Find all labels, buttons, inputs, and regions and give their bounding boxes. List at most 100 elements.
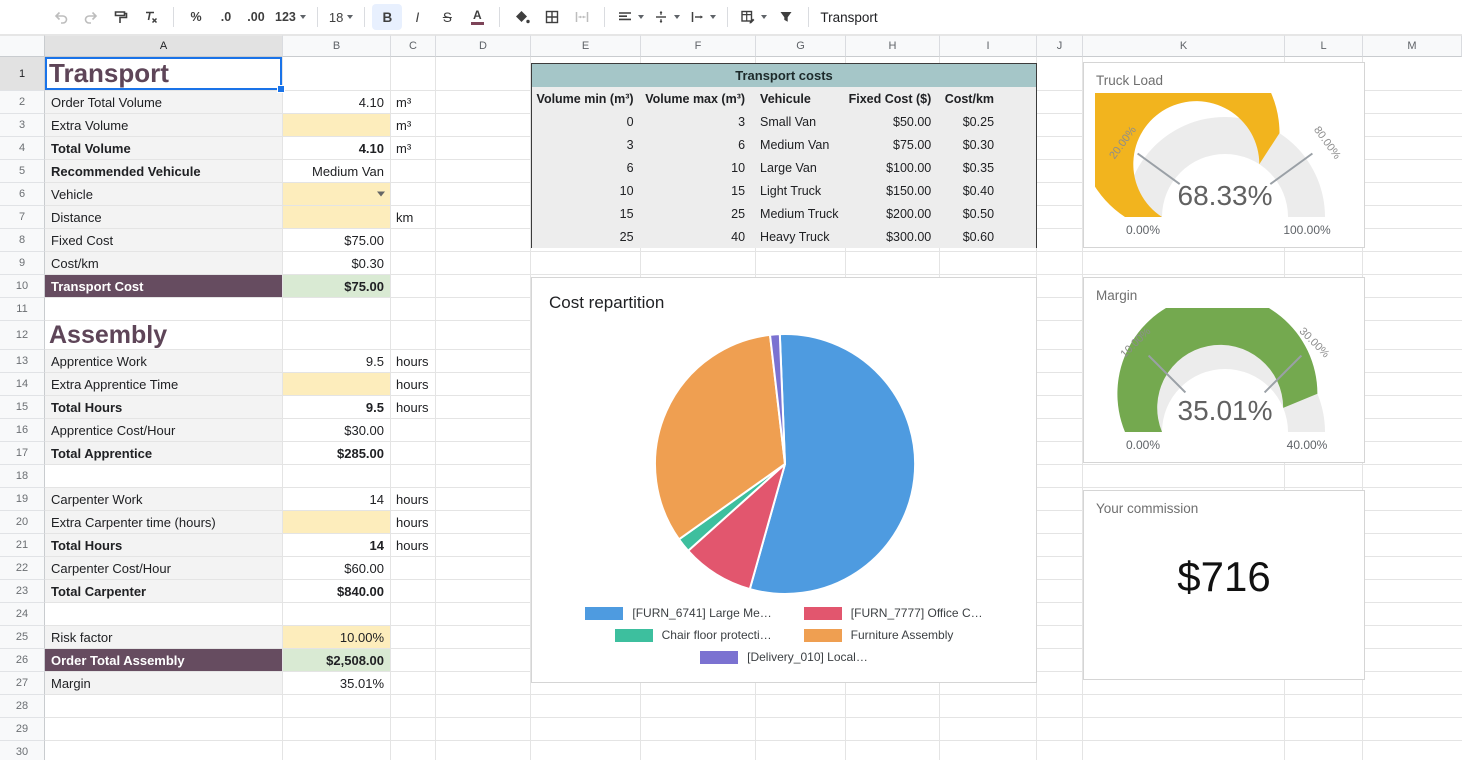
horizontal-align-button[interactable]: [612, 4, 648, 30]
costs-cell[interactable]: 25: [642, 202, 757, 225]
cell-B26[interactable]: $2,508.00: [283, 649, 391, 672]
costs-cell[interactable]: 15: [532, 202, 642, 225]
costs-cell[interactable]: 0: [532, 110, 642, 133]
row-header-28[interactable]: 28: [0, 695, 45, 718]
fill-handle[interactable]: [277, 85, 285, 93]
row-header-14[interactable]: 14: [0, 373, 45, 396]
costs-cell[interactable]: 10: [642, 156, 757, 179]
cell-B2[interactable]: 4.10: [283, 91, 391, 114]
column-header-G[interactable]: G: [756, 35, 846, 57]
cell-B1[interactable]: [283, 57, 391, 91]
column-header-F[interactable]: F: [641, 35, 756, 57]
cell-C16[interactable]: [391, 419, 436, 442]
cell-A27[interactable]: Margin: [45, 672, 283, 695]
row-header-16[interactable]: 16: [0, 419, 45, 442]
row-header-24[interactable]: 24: [0, 603, 45, 626]
row-header-25[interactable]: 25: [0, 626, 45, 649]
cell-B14[interactable]: [283, 373, 391, 396]
row-header-1[interactable]: 1: [0, 57, 45, 91]
cell-C27[interactable]: [391, 672, 436, 695]
cell-C6[interactable]: [391, 183, 436, 206]
cell-B16[interactable]: $30.00: [283, 419, 391, 442]
borders-button[interactable]: [537, 4, 567, 30]
cell-C15[interactable]: hours: [391, 396, 436, 419]
cell-A22[interactable]: Carpenter Cost/Hour: [45, 557, 283, 580]
cell-A2[interactable]: Order Total Volume: [45, 91, 283, 114]
cell-C12[interactable]: [391, 321, 436, 350]
column-header-D[interactable]: D: [436, 35, 531, 57]
column-header-C[interactable]: C: [391, 35, 436, 57]
text-color-button[interactable]: A: [462, 4, 492, 30]
cell-A30[interactable]: [45, 741, 283, 760]
dropdown-arrow-icon[interactable]: [377, 192, 385, 197]
cell-C13[interactable]: hours: [391, 350, 436, 373]
costs-cell[interactable]: $50.00: [846, 110, 940, 133]
decrease-decimals-button[interactable]: .0: [211, 4, 241, 30]
cell-B3[interactable]: [283, 114, 391, 137]
cell-B24[interactable]: [283, 603, 391, 626]
costs-cell[interactable]: $0.40: [939, 179, 1036, 202]
cell-B22[interactable]: $60.00: [283, 557, 391, 580]
cell-A9[interactable]: Cost/km: [45, 252, 283, 275]
costs-cell[interactable]: $300.00: [846, 225, 940, 248]
costs-cell[interactable]: 40: [642, 225, 757, 248]
costs-cell[interactable]: $150.00: [846, 179, 940, 202]
row-header-29[interactable]: 29: [0, 718, 45, 741]
row-header-11[interactable]: 11: [0, 298, 45, 321]
increase-decimals-button[interactable]: .00: [241, 4, 271, 30]
cell-A26[interactable]: Order Total Assembly: [45, 649, 283, 672]
commission-card[interactable]: Your commission $716: [1083, 490, 1365, 680]
cell-B12[interactable]: [283, 321, 391, 350]
cell-B4[interactable]: 4.10: [283, 137, 391, 160]
costs-cell[interactable]: $0.25: [939, 110, 1036, 133]
cell-B19[interactable]: 14: [283, 488, 391, 511]
cell-C30[interactable]: [391, 741, 436, 760]
cell-B13[interactable]: 9.5: [283, 350, 391, 373]
cell-C25[interactable]: [391, 626, 436, 649]
cell-C7[interactable]: km: [391, 206, 436, 229]
row-header-8[interactable]: 8: [0, 229, 45, 252]
row-header-22[interactable]: 22: [0, 557, 45, 580]
cell-B15[interactable]: 9.5: [283, 396, 391, 419]
text-rotation-button[interactable]: [684, 4, 720, 30]
cell-C3[interactable]: m³: [391, 114, 436, 137]
cell-A12[interactable]: Assembly: [45, 321, 283, 350]
row-header-6[interactable]: 6: [0, 183, 45, 206]
cell-A21[interactable]: Total Hours: [45, 534, 283, 557]
cell-A24[interactable]: [45, 603, 283, 626]
cell-B6[interactable]: [283, 183, 391, 206]
paint-format-button[interactable]: [106, 4, 136, 30]
cell-C19[interactable]: hours: [391, 488, 436, 511]
cell-A1[interactable]: Transport: [45, 57, 283, 91]
costs-cell[interactable]: Medium Van: [756, 133, 846, 156]
cell-A16[interactable]: Apprentice Cost/Hour: [45, 419, 283, 442]
column-header-E[interactable]: E: [531, 35, 641, 57]
cell-A15[interactable]: Total Hours: [45, 396, 283, 419]
number-format-button[interactable]: 123: [271, 4, 310, 30]
cell-B20[interactable]: [283, 511, 391, 534]
cell-A10[interactable]: Transport Cost: [45, 275, 283, 298]
row-header-30[interactable]: 30: [0, 741, 45, 760]
row-header-27[interactable]: 27: [0, 672, 45, 695]
cell-C29[interactable]: [391, 718, 436, 741]
cell-C18[interactable]: [391, 465, 436, 488]
costs-cell[interactable]: $75.00: [846, 133, 940, 156]
cell-C23[interactable]: [391, 580, 436, 603]
costs-cell[interactable]: 3: [532, 133, 642, 156]
percent-format-button[interactable]: %: [181, 4, 211, 30]
clear-format-button[interactable]: [136, 4, 166, 30]
cell-C1[interactable]: [391, 57, 436, 91]
corner-select-all[interactable]: [0, 35, 45, 57]
cell-B17[interactable]: $285.00: [283, 442, 391, 465]
cell-C22[interactable]: [391, 557, 436, 580]
costs-cell[interactable]: Fixed Cost ($): [846, 87, 940, 110]
cell-A19[interactable]: Carpenter Work: [45, 488, 283, 511]
fill-color-button[interactable]: [507, 4, 537, 30]
row-header-18[interactable]: 18: [0, 465, 45, 488]
costs-cell[interactable]: Volume max (m³): [642, 87, 757, 110]
column-header-K[interactable]: K: [1083, 35, 1285, 57]
vertical-align-button[interactable]: [648, 4, 684, 30]
costs-cell[interactable]: $0.60: [939, 225, 1036, 248]
bold-button[interactable]: B: [372, 4, 402, 30]
row-header-15[interactable]: 15: [0, 396, 45, 419]
